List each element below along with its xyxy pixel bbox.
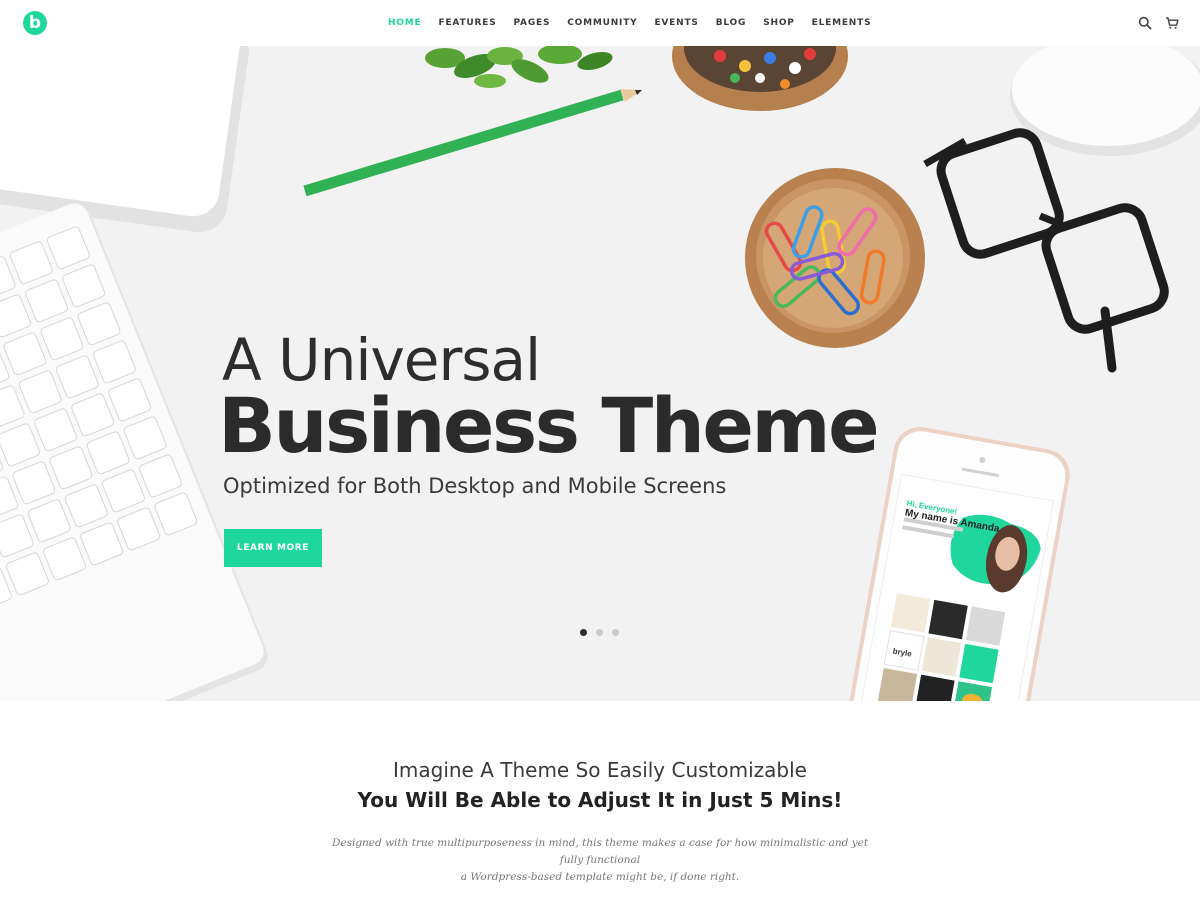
main-nav: HOME FEATURES PAGES COMMUNITY EVENTS BLO… [388,0,888,46]
hero-subtitle: Optimized for Both Desktop and Mobile Sc… [223,474,727,498]
nav-events[interactable]: EVENTS [654,0,698,46]
glasses-image [923,128,1169,373]
site-header: b HOME FEATURES PAGES COMMUNITY EVENTS B… [0,0,1200,46]
intro-paragraph-line2: a Wordpress-based template might be, if … [460,871,740,883]
intro-heading-line2: You Will Be Able to Adjust It in Just 5 … [357,788,843,812]
slider-dot-1[interactable] [580,629,587,636]
logo-letter: b [28,13,42,33]
nav-features[interactable]: FEATURES [439,0,497,46]
logo[interactable]: b [23,11,47,35]
tablet-image [0,46,249,233]
hero-slider: Hi, Everyone! My name is Amanda bryle A … [0,46,1200,701]
cart-icon[interactable] [1165,16,1179,30]
nav-home[interactable]: HOME [388,0,422,46]
hero-title-line2: Business Theme [218,381,880,470]
intro-paragraph-line1: Designed with true multipurposeness in m… [331,837,869,866]
learn-more-button[interactable]: LEARN MORE [224,529,322,567]
hero-desk-photo: Hi, Everyone! My name is Amanda bryle [0,46,1200,701]
nav-shop[interactable]: SHOP [763,0,794,46]
nav-blog[interactable]: BLOG [716,0,747,46]
intro-heading-line1: Imagine A Theme So Easily Customizable [392,758,807,782]
plant-image [425,46,613,88]
nav-elements[interactable]: ELEMENTS [812,0,872,46]
paperclip-bowl-image [745,168,925,348]
slider-dot-3[interactable] [612,629,619,636]
nav-pages[interactable]: PAGES [513,0,550,46]
pin-bowl-image [672,46,848,111]
pencil-image [303,89,642,197]
search-icon[interactable] [1138,16,1152,30]
intro-paragraph: Designed with true multipurposeness in m… [320,835,880,886]
slider-pagination [580,629,628,636]
slider-dot-2[interactable] [596,629,603,636]
nav-community[interactable]: COMMUNITY [567,0,637,46]
